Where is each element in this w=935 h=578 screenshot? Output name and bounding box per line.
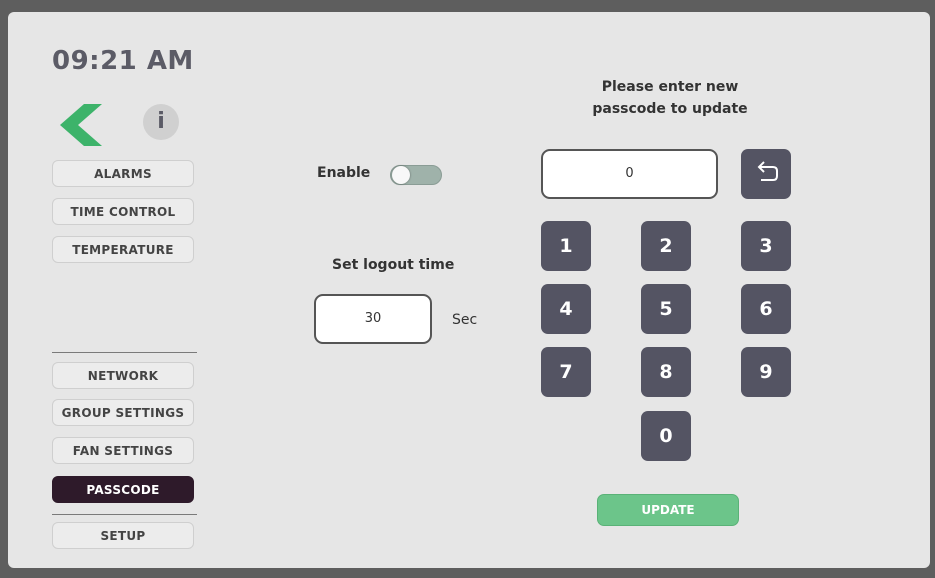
nav-label: TEMPERATURE xyxy=(72,243,174,257)
key-8[interactable]: 8 xyxy=(641,347,691,397)
key-6[interactable]: 6 xyxy=(741,284,791,334)
nav-divider xyxy=(52,514,197,515)
update-label: UPDATE xyxy=(641,503,695,517)
chevron-left-icon xyxy=(60,104,102,146)
passcode-prompt: Please enter new passcode to update xyxy=(570,76,770,120)
nav-label: NETWORK xyxy=(87,369,159,383)
back-button[interactable] xyxy=(58,104,104,146)
nav-divider xyxy=(52,352,197,353)
nav-alarms[interactable]: ALARMS xyxy=(52,160,194,187)
nav-label: PASSCODE xyxy=(86,483,160,497)
nav-passcode[interactable]: PASSCODE xyxy=(52,476,194,503)
nav-group-settings[interactable]: GROUP SETTINGS xyxy=(52,399,194,426)
passcode-value: 0 xyxy=(625,166,634,181)
logout-time-field[interactable]: 30 xyxy=(314,294,432,344)
clock: 09:21 AM xyxy=(52,46,194,76)
nav-label: SETUP xyxy=(100,529,146,543)
nav-setup[interactable]: SETUP xyxy=(52,522,194,549)
nav-label: GROUP SETTINGS xyxy=(61,406,185,420)
nav-label: FAN SETTINGS xyxy=(72,444,174,458)
nav-network[interactable]: NETWORK xyxy=(52,362,194,389)
logout-unit: Sec xyxy=(452,312,478,328)
toggle-knob xyxy=(392,166,410,184)
key-1[interactable]: 1 xyxy=(541,221,591,271)
nav-temperature[interactable]: TEMPERATURE xyxy=(52,236,194,263)
key-5[interactable]: 5 xyxy=(641,284,691,334)
logout-time-value: 30 xyxy=(364,311,382,326)
undo-icon xyxy=(757,161,778,181)
nav-fan-settings[interactable]: FAN SETTINGS xyxy=(52,437,194,464)
enable-label: Enable xyxy=(317,165,371,181)
key-3[interactable]: 3 xyxy=(741,221,791,271)
nav-time-control[interactable]: TIME CONTROL xyxy=(52,198,194,225)
passcode-input[interactable]: 0 xyxy=(541,149,718,199)
nav-label: TIME CONTROL xyxy=(70,205,176,219)
prompt-line-2: passcode to update xyxy=(592,101,748,117)
prompt-line-1: Please enter new xyxy=(601,79,739,95)
backspace-button[interactable] xyxy=(741,149,791,199)
info-icon: i xyxy=(157,109,165,134)
update-button[interactable]: UPDATE xyxy=(597,494,739,526)
key-2[interactable]: 2 xyxy=(641,221,691,271)
key-7[interactable]: 7 xyxy=(541,347,591,397)
key-0[interactable]: 0 xyxy=(641,411,691,461)
nav-label: ALARMS xyxy=(94,167,152,181)
key-9[interactable]: 9 xyxy=(741,347,791,397)
key-4[interactable]: 4 xyxy=(541,284,591,334)
info-button[interactable]: i xyxy=(143,104,179,140)
enable-toggle[interactable] xyxy=(390,165,442,185)
logout-time-label: Set logout time xyxy=(332,257,455,273)
